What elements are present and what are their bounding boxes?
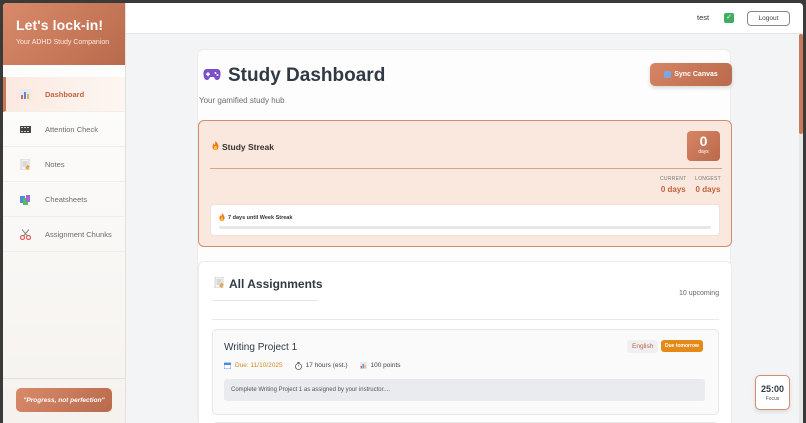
sidebar-item-attention-check[interactable]: Attention Check <box>3 112 125 147</box>
page-title: Study Dashboard <box>228 65 386 86</box>
sidebar-item-label: Attention Check <box>45 124 98 134</box>
assignment-title: Writing Project 1 <box>224 342 298 353</box>
page-title-row: Study Dashboard <box>203 65 385 87</box>
top-bar: test ✓ Logout <box>126 3 803 34</box>
motivation-quote: "Progress, not perfection" <box>16 388 112 412</box>
sidebar-item-label: Dashboard <box>45 89 85 99</box>
assignments-title-underline <box>212 300 318 301</box>
sync-icon <box>664 71 672 78</box>
study-streak-card: Study Streak 0 days CURRENT 0 days LONGE… <box>198 120 732 247</box>
current-streak-stat: CURRENT 0 days <box>660 176 687 194</box>
sidebar-item-dashboard[interactable]: Dashboard <box>3 77 125 112</box>
upcoming-count: 10 upcoming <box>679 290 720 297</box>
streak-divider <box>210 168 722 169</box>
due-date: Due: 11/10/2025 <box>223 362 283 370</box>
stopwatch-icon <box>294 362 302 370</box>
sidebar: Let's lock-in! Your ADHD Study Companion… <box>3 3 126 423</box>
fire-icon <box>219 213 225 223</box>
sidebar-item-notes[interactable]: Notes <box>3 147 125 182</box>
scissors-icon <box>19 228 31 240</box>
bar-chart-icon <box>19 88 31 100</box>
assignments-section: All Assignments 10 upcoming Writing Proj… <box>198 261 732 423</box>
streak-days-value: 0 <box>699 133 708 149</box>
sidebar-item-label: Cheatsheets <box>45 194 88 204</box>
brand-title: Let's lock-in! <box>16 17 104 33</box>
timer-label: Focus <box>765 396 780 402</box>
course-tag: English <box>627 340 659 353</box>
logout-button[interactable]: Logout <box>747 11 790 26</box>
game-controller-icon <box>203 68 221 85</box>
due-date-text: Due: 11/10/2025 <box>235 362 283 369</box>
sync-canvas-label: Sync Canvas <box>674 71 718 78</box>
longest-streak-stat: LONGEST 0 days <box>695 176 721 194</box>
memo-icon <box>214 276 224 291</box>
bar-chart-icon <box>359 362 367 369</box>
page-subtitle: Your gamified study hub <box>199 96 285 105</box>
longest-streak-value: 0 days <box>695 185 721 194</box>
film-icon <box>19 123 31 135</box>
fire-icon <box>212 141 219 152</box>
due-badge: Due tomorrow <box>661 340 703 352</box>
current-streak-label: CURRENT <box>660 176 687 182</box>
brand: Let's lock-in! Your ADHD Study Companion <box>3 3 125 65</box>
estimated-hours-text: 17 hours (est.) <box>305 362 348 369</box>
dashboard-main: Study Dashboard Your gamified study hub … <box>197 49 732 423</box>
streak-days-badge: 0 days <box>687 131 720 161</box>
focus-timer[interactable]: 25:00 Focus <box>755 375 790 410</box>
sync-canvas-button[interactable]: Sync Canvas <box>650 63 732 86</box>
week-streak-label: 7 days until Week Streak <box>228 215 293 221</box>
username: test <box>697 13 710 22</box>
check-icon: ✓ <box>724 13 734 23</box>
timer-time: 25:00 <box>760 384 785 394</box>
current-streak-value: 0 days <box>660 185 686 194</box>
points-text: 100 points <box>370 362 401 369</box>
assignment-card[interactable]: Writing Project 1 English Due tomorrow D… <box>212 329 719 415</box>
points: 100 points <box>359 362 401 369</box>
sidebar-item-cheatsheets[interactable]: Cheatsheets <box>3 182 125 217</box>
assignments-divider <box>212 319 719 320</box>
quote-section: "Progress, not perfection" <box>3 378 125 423</box>
week-streak-text: 7 days until Week Streak <box>219 213 292 223</box>
memo-icon <box>19 158 31 170</box>
brand-subtitle: Your ADHD Study Companion <box>16 39 110 46</box>
sidebar-nav: Dashboard Attention Check Notes Cheatshe… <box>3 77 125 252</box>
assignments-title: All Assignments <box>229 277 323 291</box>
scrollbar-thumb[interactable] <box>799 34 803 134</box>
longest-streak-label: LONGEST <box>695 176 721 182</box>
streak-days-unit: days <box>698 149 709 155</box>
estimated-hours: 17 hours (est.) <box>294 362 348 370</box>
sidebar-item-label: Notes <box>45 159 65 169</box>
assignments-title-row: All Assignments <box>214 276 323 291</box>
streak-title: Study Streak <box>212 141 274 152</box>
week-streak-bar <box>219 226 711 229</box>
sidebar-item-assignment-chunks[interactable]: Assignment Chunks <box>3 217 125 252</box>
calendar-icon <box>223 362 232 370</box>
assignment-description: Complete Writing Project 1 as assigned b… <box>224 379 705 401</box>
streak-title-label: Study Streak <box>222 141 274 152</box>
assignment-meta: Due: 11/10/2025 17 hours (est.) 100 poin… <box>223 362 413 370</box>
app-window: Let's lock-in! Your ADHD Study Companion… <box>3 3 803 423</box>
books-icon <box>19 193 31 205</box>
sidebar-item-label: Assignment Chunks <box>45 229 112 239</box>
week-streak-progress: 7 days until Week Streak <box>210 204 720 236</box>
